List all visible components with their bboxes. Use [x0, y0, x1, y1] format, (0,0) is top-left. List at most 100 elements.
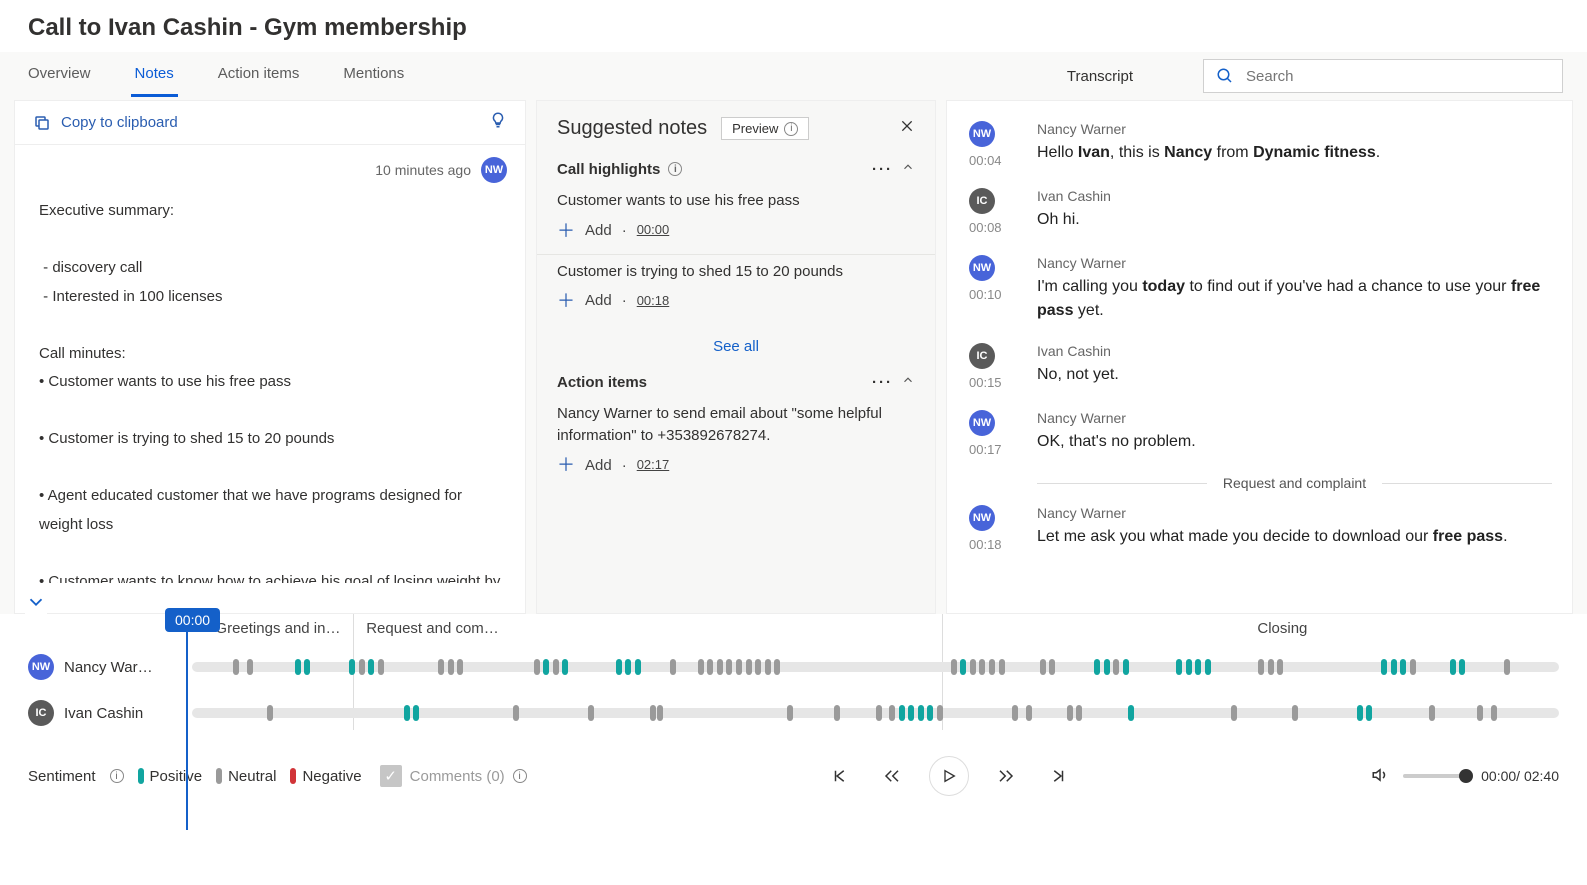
entry-time: 00:17	[969, 442, 1019, 457]
see-all-link[interactable]: See all	[537, 324, 935, 363]
plus-icon[interactable]: ＋	[557, 292, 575, 310]
rewind-button[interactable]	[877, 761, 907, 791]
volume-slider[interactable]	[1403, 774, 1467, 778]
sentiment-tick	[553, 659, 559, 675]
add-label[interactable]: Add	[585, 220, 612, 242]
plus-icon[interactable]: ＋	[557, 456, 575, 474]
timeline: 00:00 Greetings and in…Request and com…C…	[0, 614, 1587, 740]
sentiment-tick	[625, 659, 631, 675]
lightbulb-icon[interactable]	[489, 111, 507, 134]
timestamp-link[interactable]: 00:00	[637, 221, 670, 240]
sentiment-tick	[1410, 659, 1416, 675]
info-icon[interactable]: i	[668, 162, 682, 176]
comments-button[interactable]: ✓ Comments (0) i	[380, 765, 527, 787]
transcript-panel[interactable]: NW00:04Nancy WarnerHello Ivan, this is N…	[946, 100, 1573, 614]
comments-label: Comments (0)	[410, 768, 505, 785]
forward-button[interactable]	[991, 761, 1021, 791]
tab-notes[interactable]: Notes	[131, 55, 178, 97]
more-icon[interactable]: ···	[872, 374, 893, 391]
transcript-entry[interactable]: NW00:10Nancy WarnerI'm calling you today…	[969, 247, 1572, 335]
sentiment-tick	[1400, 659, 1406, 675]
entry-text: OK, that's no problem.	[1037, 430, 1558, 454]
sentiment-tick	[970, 659, 976, 675]
sentiment-tick	[889, 705, 895, 721]
transcript-entry[interactable]: NW00:18Nancy WarnerLet me ask you what m…	[969, 497, 1572, 564]
suggested-item: Customer is trying to shed 15 to 20 poun…	[537, 255, 935, 325]
sentiment-tick	[1128, 705, 1134, 721]
speaker-name: Ivan Cashin	[1037, 188, 1558, 204]
search-input[interactable]	[1244, 67, 1550, 86]
sentiment-tick	[834, 705, 840, 721]
close-icon[interactable]	[899, 118, 915, 139]
sentiment-tick	[1076, 705, 1082, 721]
sentiment-tick	[1205, 659, 1211, 675]
sentiment-tick	[1477, 705, 1483, 721]
notes-panel: Copy to clipboard 10 minutes ago NW Exec…	[14, 100, 526, 614]
check-icon: ✓	[380, 765, 402, 787]
sentiment-tick	[1277, 659, 1283, 675]
sentiment-tick	[1391, 659, 1397, 675]
info-icon: i	[784, 122, 798, 136]
sentiment-tick	[1292, 705, 1298, 721]
highlights-title: Call highlights	[557, 161, 660, 178]
sentiment-tick	[1049, 659, 1055, 675]
sentiment-tick	[368, 659, 374, 675]
plus-icon[interactable]: ＋	[557, 222, 575, 240]
playhead-badge[interactable]: 00:00	[165, 608, 220, 632]
playhead-line[interactable]	[186, 632, 188, 830]
action-items-title: Action items	[557, 374, 647, 391]
skip-start-button[interactable]	[825, 761, 855, 791]
sentiment-tick	[1094, 659, 1100, 675]
speaker-name: Nancy Warner	[1037, 505, 1558, 521]
sentiment-tick	[876, 705, 882, 721]
sentiment-tick	[378, 659, 384, 675]
chevron-up-icon[interactable]	[901, 160, 915, 178]
sentiment-tick	[1429, 705, 1435, 721]
speaker-track: NWNancy War…	[28, 644, 1559, 690]
tab-overview[interactable]: Overview	[24, 55, 95, 97]
sentiment-tick	[1123, 659, 1129, 675]
sentiment-tick	[670, 659, 676, 675]
transcript-entry[interactable]: IC00:08Ivan CashinOh hi.	[969, 180, 1572, 247]
add-label[interactable]: Add	[585, 290, 612, 312]
sentiment-tick	[304, 659, 310, 675]
sentiment-tick	[1268, 659, 1274, 675]
track-bar[interactable]	[192, 708, 1559, 718]
negative-label: Negative	[302, 768, 361, 785]
speaker-name: Nancy Warner	[1037, 410, 1558, 426]
play-button[interactable]	[929, 756, 969, 796]
more-icon[interactable]: ···	[872, 161, 893, 178]
sentiment-tick	[1504, 659, 1510, 675]
sentiment-tick	[1450, 659, 1456, 675]
sentiment-tick	[1186, 659, 1192, 675]
track-bar[interactable]	[192, 662, 1559, 672]
timestamp-link[interactable]: 00:18	[637, 292, 670, 311]
negative-swatch	[290, 768, 296, 784]
tab-mentions[interactable]: Mentions	[339, 55, 408, 97]
transcript-entry[interactable]: NW00:17Nancy WarnerOK, that's no problem…	[969, 402, 1572, 469]
skip-end-button[interactable]	[1043, 761, 1073, 791]
speaker-avatar: NW	[969, 505, 995, 531]
preview-badge[interactable]: Preview i	[721, 117, 809, 140]
tab-action-items[interactable]: Action items	[214, 55, 304, 97]
transcript-entry[interactable]: IC00:15Ivan CashinNo, not yet.	[969, 335, 1572, 402]
add-label[interactable]: Add	[585, 455, 612, 477]
positive-label: Positive	[150, 768, 203, 785]
entry-text: Let me ask you what made you decide to d…	[1037, 525, 1558, 549]
suggested-notes-title: Suggested notes	[557, 117, 707, 140]
info-icon[interactable]: i	[110, 769, 124, 783]
transcript-entry[interactable]: NW00:04Nancy WarnerHello Ivan, this is N…	[969, 113, 1572, 180]
sentiment-tick	[1258, 659, 1264, 675]
volume-icon[interactable]	[1371, 766, 1389, 787]
segment-label: Closing	[1257, 620, 1307, 637]
neutral-swatch	[216, 768, 222, 784]
suggested-item: Customer wants to use his free pass＋Add·…	[537, 184, 935, 255]
segment-labels: Greetings and in…Request and com…Closing	[188, 614, 1559, 644]
chevron-up-icon[interactable]	[901, 373, 915, 391]
copy-to-clipboard-button[interactable]: Copy to clipboard	[33, 114, 178, 132]
speaker-name: Ivan Cashin	[64, 705, 143, 722]
notes-body[interactable]: Executive summary: - discovery call - In…	[15, 183, 525, 583]
timestamp-link[interactable]: 02:17	[637, 456, 670, 475]
search-input-wrap[interactable]	[1203, 59, 1563, 93]
expand-notes-chevron-icon[interactable]	[25, 591, 47, 619]
